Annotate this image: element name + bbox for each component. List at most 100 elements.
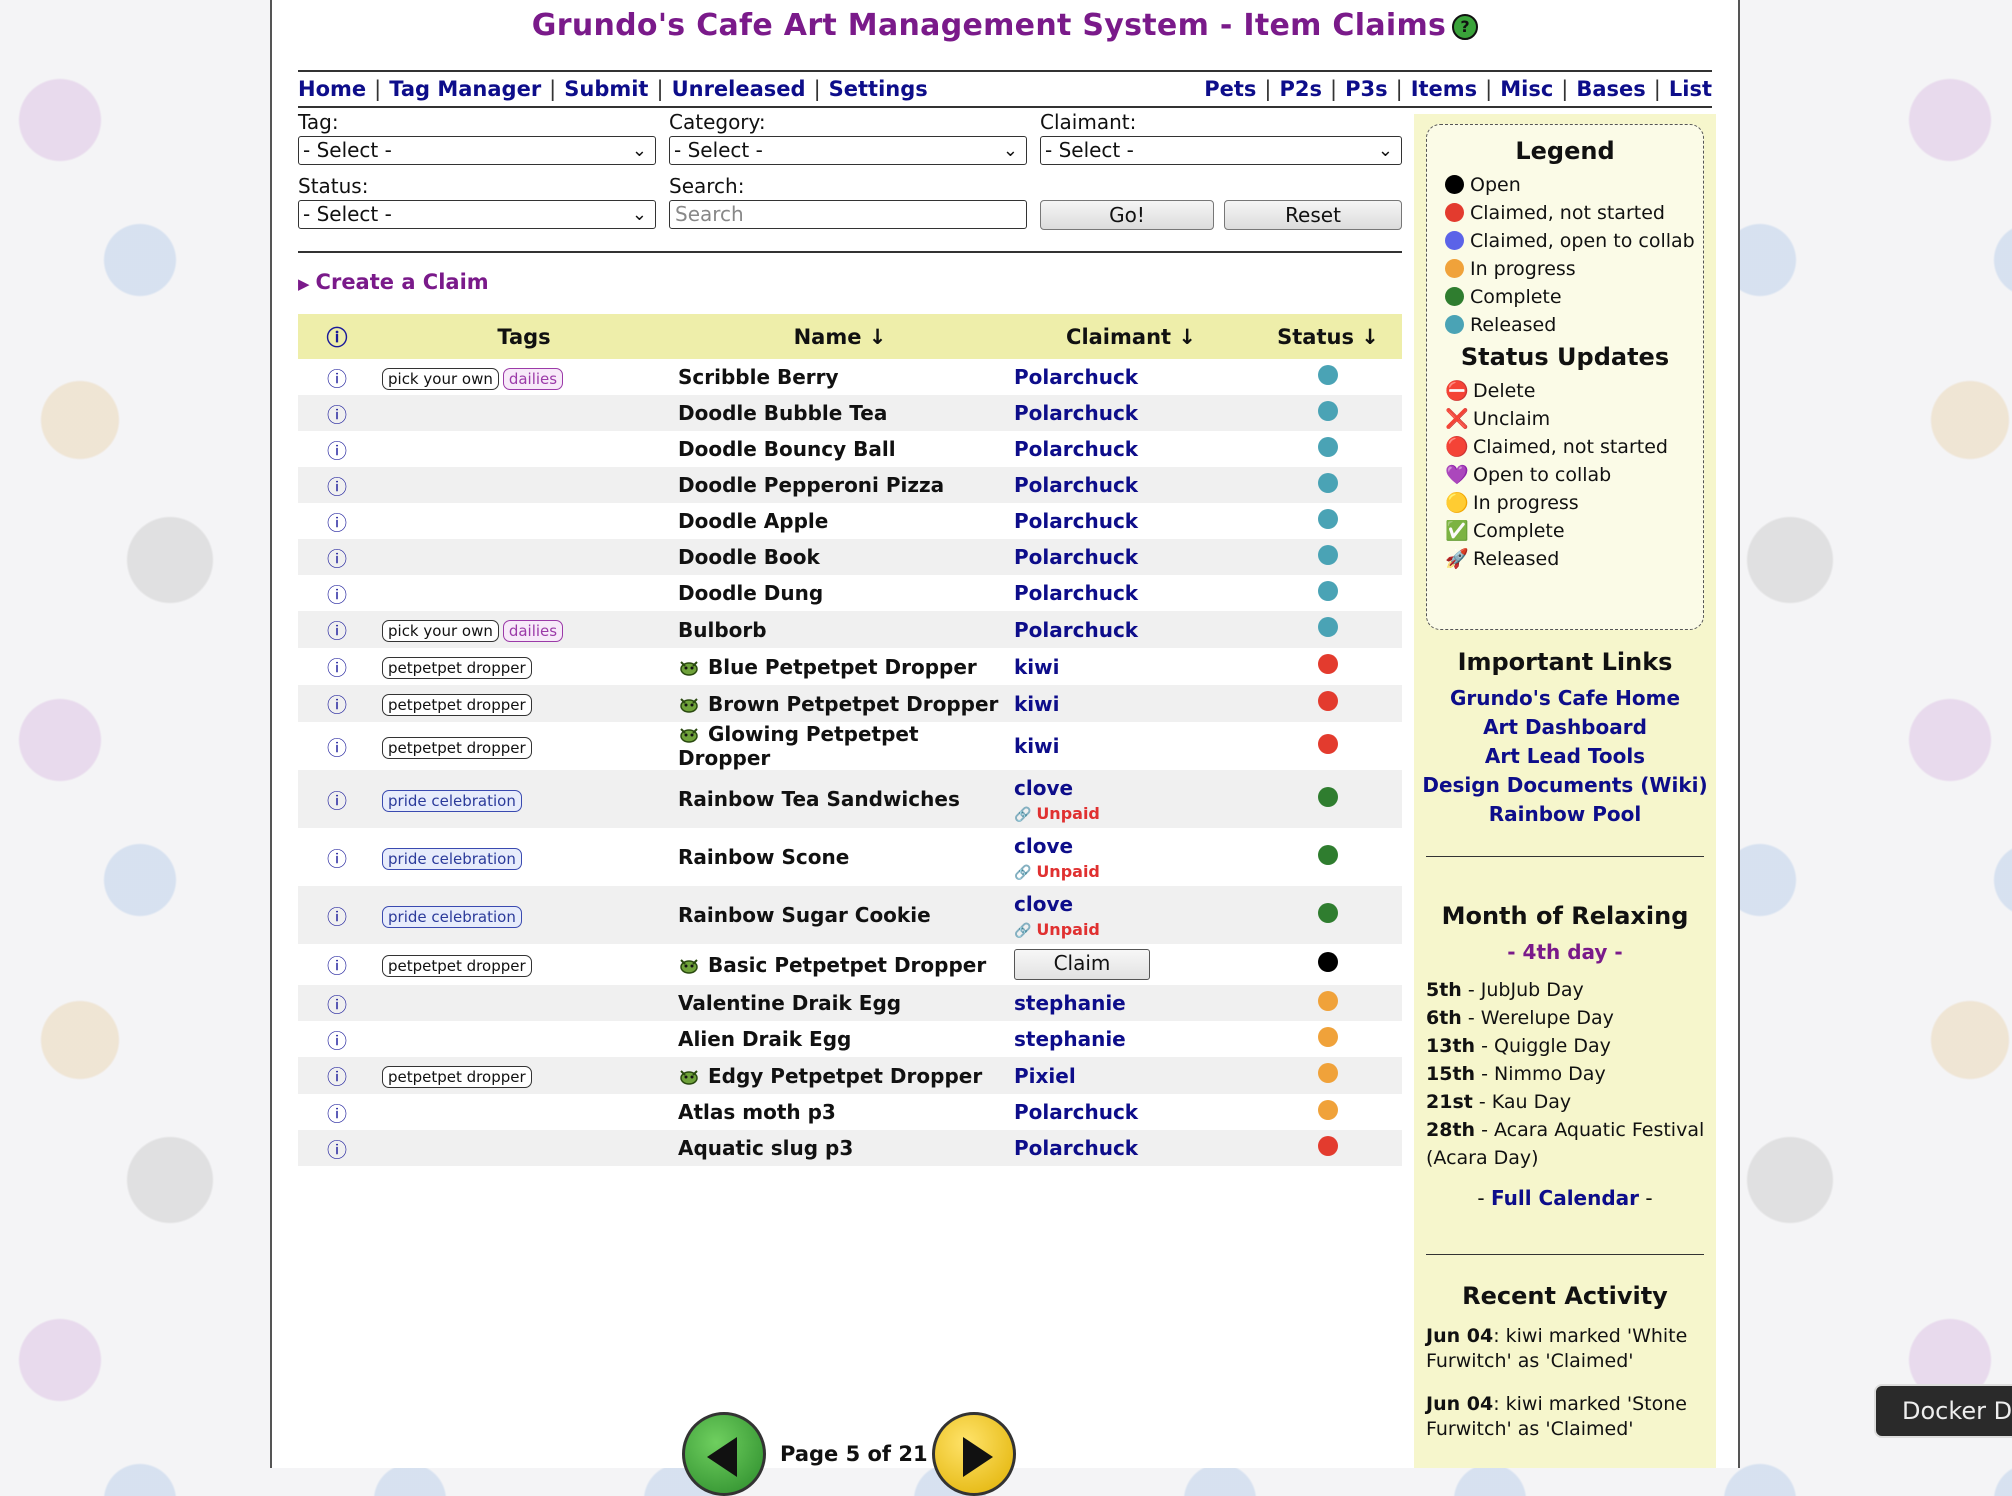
- claimant-select[interactable]: - Select - ⌄: [1040, 136, 1402, 165]
- status-cell: [1254, 539, 1402, 575]
- nav-link-tag-manager[interactable]: Tag Manager: [389, 77, 541, 101]
- info-icon[interactable]: ⓘ: [327, 954, 347, 978]
- name-column-header[interactable]: Name ↓: [672, 314, 1008, 359]
- claimant-link[interactable]: kiwi: [1014, 692, 1060, 716]
- claimant-filter-label: Claimant:: [1040, 110, 1137, 134]
- status-column-header[interactable]: Status ↓: [1254, 314, 1402, 359]
- claimant-link[interactable]: Polarchuck: [1014, 401, 1138, 425]
- nav-link-submit[interactable]: Submit: [564, 77, 648, 101]
- info-icon[interactable]: ⓘ: [327, 905, 347, 929]
- tag-badge[interactable]: pride celebration: [382, 847, 522, 870]
- info-icon[interactable]: ⓘ: [327, 367, 347, 391]
- nav-link-p3s[interactable]: P3s: [1345, 77, 1388, 101]
- reset-button[interactable]: Reset: [1224, 200, 1402, 230]
- nav-link-pets[interactable]: Pets: [1204, 77, 1256, 101]
- claimant-link[interactable]: stephanie: [1014, 991, 1126, 1015]
- tag-badge[interactable]: petpetpet dropper: [382, 1066, 532, 1088]
- info-icon[interactable]: ⓘ: [327, 475, 347, 499]
- nav-link-bases[interactable]: Bases: [1576, 77, 1645, 101]
- nav-link-unreleased[interactable]: Unreleased: [672, 77, 806, 101]
- claimant-link[interactable]: stephanie: [1014, 1027, 1126, 1051]
- tag-badge[interactable]: petpetpet dropper: [382, 694, 532, 716]
- search-input[interactable]: Search: [669, 200, 1027, 229]
- go-button[interactable]: Go!: [1040, 200, 1214, 230]
- info-icon[interactable]: ⓘ: [327, 789, 347, 813]
- info-icon[interactable]: ⓘ: [327, 693, 347, 717]
- tag-badge[interactable]: dailies: [502, 620, 564, 642]
- info-icon[interactable]: ⓘ: [327, 619, 347, 643]
- claimant-link[interactable]: clove: [1014, 834, 1073, 858]
- item-name-text: Basic Petpetpet Dropper: [708, 952, 987, 977]
- info-icon[interactable]: ⓘ: [327, 993, 347, 1017]
- full-calendar-link[interactable]: Full Calendar: [1491, 1186, 1639, 1210]
- previous-page-button[interactable]: [682, 1412, 766, 1496]
- claimant-cell: kiwi: [1008, 722, 1254, 770]
- important-link[interactable]: Grundo's Cafe Home: [1414, 684, 1716, 713]
- info-icon[interactable]: ⓘ: [327, 1102, 347, 1126]
- tag-badge[interactable]: pride celebration: [382, 905, 522, 928]
- info-icon[interactable]: ⓘ: [327, 403, 347, 427]
- tag-badge[interactable]: petpetpet dropper: [382, 657, 532, 679]
- item-name-text: Edgy Petpetpet Dropper: [708, 1063, 983, 1088]
- event-item: 13th - Quiggle Day: [1426, 1032, 1706, 1060]
- tag-badge[interactable]: petpetpet dropper: [382, 955, 532, 977]
- claimant-cell: kiwi: [1008, 648, 1254, 685]
- info-icon[interactable]: ⓘ: [327, 736, 347, 760]
- caret-right-icon: ▶: [298, 275, 310, 293]
- info-icon[interactable]: ⓘ: [327, 656, 347, 680]
- info-icon[interactable]: ⓘ: [327, 511, 347, 535]
- info-icon[interactable]: ⓘ: [327, 547, 347, 571]
- claimant-link[interactable]: Polarchuck: [1014, 545, 1138, 569]
- important-link[interactable]: Art Lead Tools: [1414, 742, 1716, 771]
- claimant-link[interactable]: Pixiel: [1014, 1064, 1076, 1088]
- create-claim-toggle[interactable]: ▶ Create a Claim: [298, 270, 489, 294]
- nav-link-p2s[interactable]: P2s: [1280, 77, 1323, 101]
- claimant-link[interactable]: Polarchuck: [1014, 365, 1138, 389]
- important-link[interactable]: Design Documents (Wiki): [1414, 771, 1716, 800]
- info-icon[interactable]: ⓘ: [327, 439, 347, 463]
- claimant-link[interactable]: kiwi: [1014, 734, 1060, 758]
- claimant-link[interactable]: Polarchuck: [1014, 1136, 1138, 1160]
- info-icon[interactable]: ⓘ: [327, 583, 347, 607]
- claimant-link[interactable]: Polarchuck: [1014, 1100, 1138, 1124]
- info-cell: ⓘ: [298, 503, 376, 539]
- claimant-link[interactable]: clove: [1014, 776, 1073, 800]
- claimant-link[interactable]: kiwi: [1014, 655, 1060, 679]
- info-icon[interactable]: ⓘ: [327, 1138, 347, 1162]
- unpaid-label: 🔗 Unpaid: [1014, 804, 1254, 823]
- info-cell: ⓘ: [298, 1057, 376, 1094]
- next-page-button[interactable]: [932, 1412, 1016, 1496]
- claimant-link[interactable]: Polarchuck: [1014, 437, 1138, 461]
- claimant-link[interactable]: Polarchuck: [1014, 581, 1138, 605]
- claimant-cell: Polarchuck: [1008, 431, 1254, 467]
- info-icon[interactable]: ⓘ: [327, 847, 347, 871]
- important-link[interactable]: Art Dashboard: [1414, 713, 1716, 742]
- claimant-link[interactable]: Polarchuck: [1014, 473, 1138, 497]
- tag-badge[interactable]: pick your own: [382, 620, 499, 642]
- info-icon[interactable]: ⓘ: [327, 1065, 347, 1089]
- nav-link-home[interactable]: Home: [298, 77, 366, 101]
- tag-badge[interactable]: petpetpet dropper: [382, 736, 532, 759]
- nav-link-misc[interactable]: Misc: [1500, 77, 1553, 101]
- tags-cell: [376, 503, 672, 539]
- tag-badge[interactable]: pride celebration: [382, 789, 522, 812]
- tag-badge[interactable]: pick your own: [382, 367, 499, 390]
- nav-link-items[interactable]: Items: [1411, 77, 1477, 101]
- tags-cell: pride celebration: [376, 828, 672, 886]
- category-select[interactable]: - Select - ⌄: [669, 136, 1027, 165]
- claimant-column-header[interactable]: Claimant ↓: [1008, 314, 1254, 359]
- tag-select[interactable]: - Select - ⌄: [298, 136, 656, 165]
- help-icon[interactable]: ?: [1452, 13, 1479, 40]
- important-link[interactable]: Rainbow Pool: [1414, 800, 1716, 829]
- info-icon[interactable]: ⓘ: [327, 1029, 347, 1053]
- status-select[interactable]: - Select - ⌄: [298, 200, 656, 229]
- claim-button[interactable]: Claim: [1014, 949, 1150, 980]
- claimant-link[interactable]: Polarchuck: [1014, 509, 1138, 533]
- nav-link-list[interactable]: List: [1669, 77, 1712, 101]
- nav-link-settings[interactable]: Settings: [829, 77, 928, 101]
- table-row: ⓘ pride celebration Rainbow Sugar Cookie cl…: [298, 886, 1402, 944]
- claimant-link[interactable]: clove: [1014, 892, 1073, 916]
- claimant-link[interactable]: Polarchuck: [1014, 618, 1138, 642]
- tag-badge[interactable]: dailies: [502, 367, 564, 390]
- status-update-item: ✅ Complete: [1445, 517, 1703, 545]
